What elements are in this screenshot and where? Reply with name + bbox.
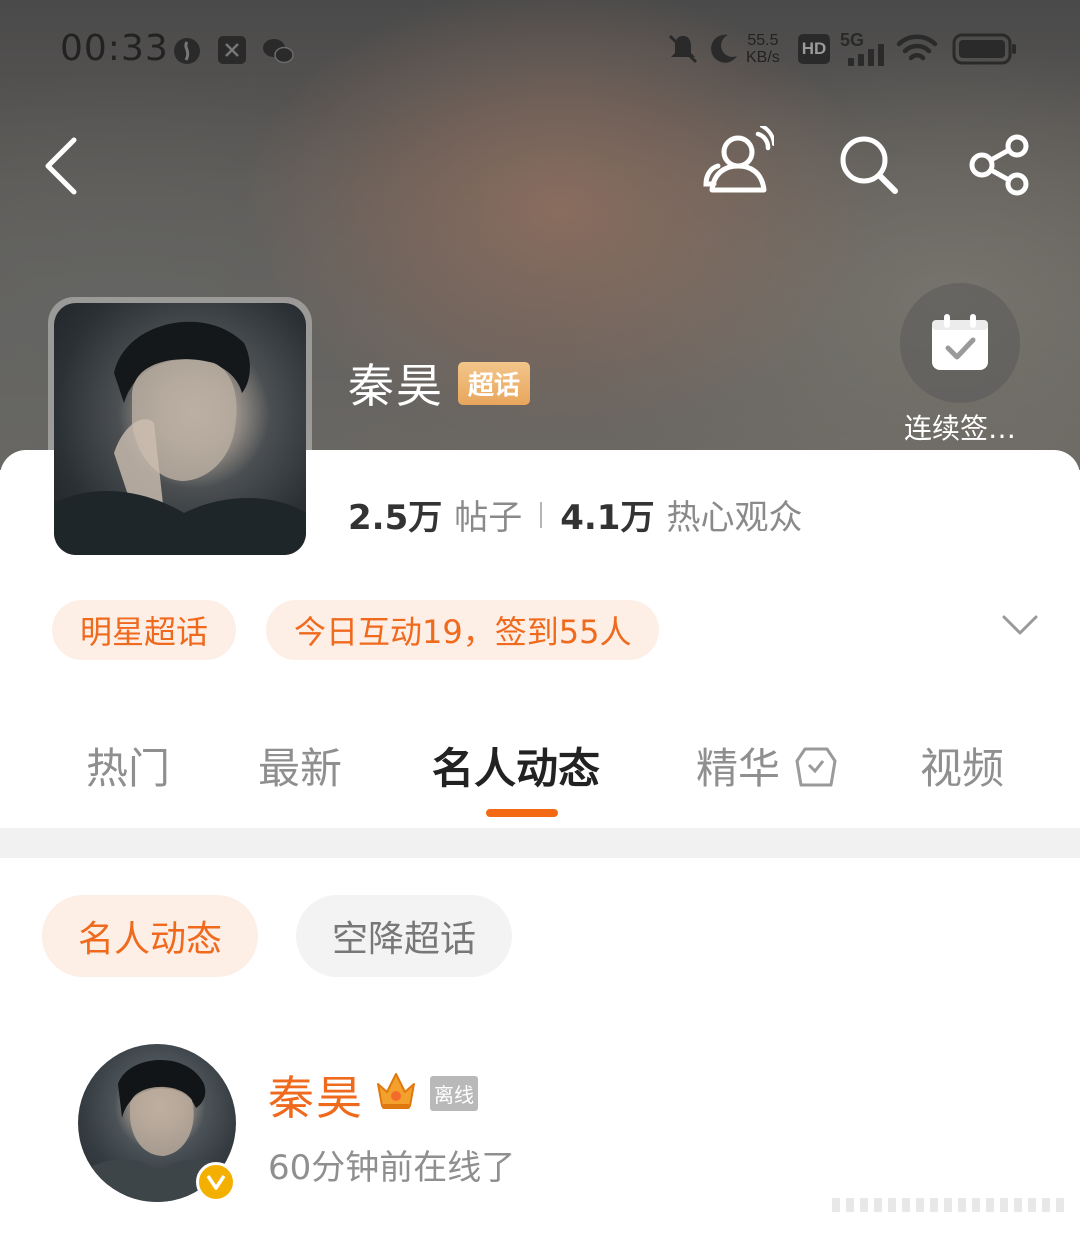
battery-icon bbox=[952, 33, 1016, 65]
tab-video[interactable]: 视频 bbox=[920, 735, 1004, 796]
user-name[interactable]: 秦昊 bbox=[268, 1062, 364, 1128]
search-icon[interactable] bbox=[838, 134, 900, 196]
tab-featured-label: 精华 bbox=[696, 744, 781, 793]
offline-badge: 离线 bbox=[430, 1076, 478, 1111]
topic-name: 秦昊 bbox=[348, 359, 444, 413]
status-time: 00:33 bbox=[60, 28, 169, 69]
subtab-celebrity-updates[interactable]: 名人动态 bbox=[42, 895, 259, 977]
section-divider bbox=[0, 828, 1080, 858]
tab-hot[interactable]: 热门 bbox=[86, 735, 170, 796]
hd-badge: HD bbox=[798, 34, 830, 64]
topic-stats: 2.5万 帖子 4.1万 热心观众 bbox=[348, 490, 802, 539]
fans-label: 热心观众 bbox=[666, 498, 803, 538]
verified-icon bbox=[196, 1162, 236, 1202]
tag-daily-activity[interactable]: 今日互动19，签到55人 bbox=[266, 600, 660, 660]
tab-celebrity-updates[interactable]: 名人动态 bbox=[432, 735, 600, 796]
checkin-button[interactable]: 连续签… bbox=[900, 283, 1020, 447]
subtab-airdrop-topic[interactable]: 空降超话 bbox=[296, 895, 513, 977]
sub-tabs: 名人动态 空降超话 bbox=[42, 895, 550, 977]
topic-avatar-image bbox=[54, 303, 306, 555]
user-last-online: 60分钟前在线了 bbox=[268, 1148, 516, 1188]
tag-star-topic[interactable]: 明星超话 bbox=[52, 600, 237, 660]
network-speed: 55.5 KB/s bbox=[746, 32, 780, 66]
watermark-dots bbox=[832, 1198, 1064, 1212]
main-tabs: 热门 最新 名人动态 精华 视频 bbox=[0, 735, 1080, 805]
chevron-down-icon[interactable] bbox=[1000, 612, 1040, 638]
stats-divider bbox=[540, 501, 543, 528]
fans-count: 4.1万 bbox=[560, 498, 655, 538]
topic-title-row: 秦昊 超话 bbox=[348, 350, 531, 416]
mute-icon bbox=[668, 34, 698, 64]
do-not-disturb-moon-icon bbox=[711, 34, 737, 63]
checkin-circle[interactable] bbox=[900, 283, 1020, 403]
status-bar: 00:33 55.5 KB/s HD 5G bbox=[0, 0, 1080, 100]
screenshot-icon bbox=[218, 36, 246, 64]
tab-latest[interactable]: 最新 bbox=[258, 735, 342, 796]
topic-avatar[interactable] bbox=[48, 297, 312, 561]
posts-label: 帖子 bbox=[454, 498, 523, 538]
wechat-icon bbox=[263, 39, 294, 64]
share-icon[interactable] bbox=[968, 134, 1032, 196]
calendar-check-icon bbox=[932, 314, 988, 370]
app-notification-icon bbox=[174, 38, 200, 64]
checkin-label: 连续签… bbox=[903, 412, 1016, 445]
fan-group-icon[interactable] bbox=[702, 126, 774, 196]
tab-featured[interactable]: 精华 bbox=[696, 735, 839, 796]
badge-icon bbox=[795, 747, 837, 787]
topic-tags: 明星超话 今日互动19，签到55人 bbox=[52, 600, 689, 660]
back-icon[interactable] bbox=[40, 136, 80, 196]
active-tab-indicator bbox=[486, 809, 558, 817]
wifi-icon bbox=[896, 34, 938, 61]
crown-icon bbox=[377, 1073, 415, 1109]
signal-strength-icon bbox=[848, 44, 884, 66]
topic-badge: 超话 bbox=[458, 361, 531, 405]
posts-count: 2.5万 bbox=[348, 498, 443, 538]
